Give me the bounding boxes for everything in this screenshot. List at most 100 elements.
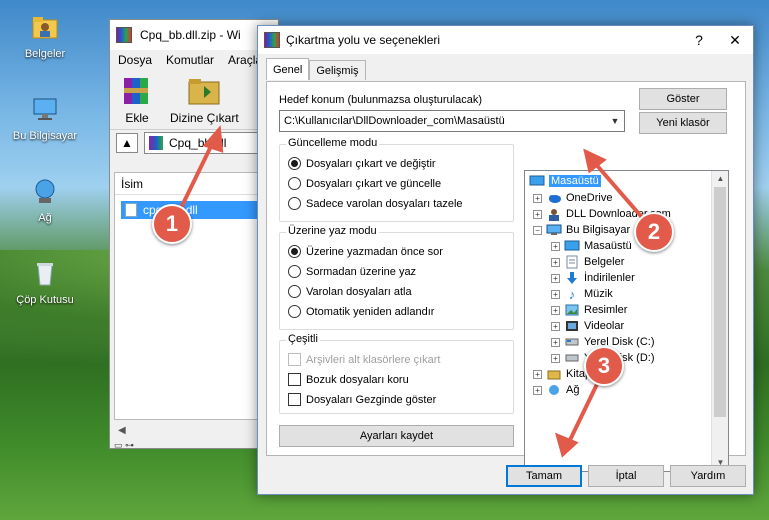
- checkbox[interactable]: [288, 373, 301, 386]
- desktop-icon-cop-kutusu[interactable]: Çöp Kutusu: [3, 256, 87, 306]
- winrar-app-icon: [116, 27, 132, 43]
- radio-button[interactable]: [288, 285, 301, 298]
- overwrite-option-skip[interactable]: Varolan dosyaları atla: [288, 285, 412, 298]
- help-button[interactable]: Yardım: [670, 465, 746, 487]
- update-option-freshen[interactable]: Sadece varolan dosyaları tazele: [288, 197, 463, 210]
- expand-icon[interactable]: +: [551, 337, 560, 347]
- archive-path-box[interactable]: Cpq_bb.dll: [144, 132, 272, 154]
- arrow-up-icon: ▲: [121, 136, 133, 150]
- show-button[interactable]: Göster: [639, 88, 727, 110]
- collapse-icon[interactable]: −: [533, 225, 542, 235]
- expand-icon[interactable]: +: [551, 257, 560, 267]
- file-list[interactable]: İsim cpq_bb.dll: [114, 172, 274, 420]
- expand-icon[interactable]: +: [533, 385, 542, 395]
- save-settings-button[interactable]: Ayarları kaydet: [279, 425, 514, 447]
- tree-item-masaustu-root[interactable]: Masaüstü: [529, 173, 601, 189]
- radio-button[interactable]: [288, 177, 301, 190]
- chevron-down-icon[interactable]: ▼: [606, 116, 624, 126]
- scroll-thumb[interactable]: [714, 187, 726, 417]
- videos-icon: [564, 319, 580, 333]
- expand-icon[interactable]: +: [533, 209, 542, 219]
- new-folder-button[interactable]: Yeni klasör: [639, 112, 727, 134]
- radio-button[interactable]: [288, 245, 301, 258]
- misc-option-show-in-explorer[interactable]: Dosyaları Gezginde göster: [288, 393, 436, 406]
- checkbox[interactable]: [288, 393, 301, 406]
- misc-option-subfolders: Arşivleri alt klasörlere çıkart: [288, 353, 440, 366]
- tree-vertical-scrollbar[interactable]: ▲ ▼: [711, 171, 728, 471]
- expand-icon[interactable]: +: [551, 353, 560, 363]
- winrar-address-bar: ▲ Cpq_bb.dll: [110, 130, 278, 156]
- dialog-title-bar[interactable]: Çıkartma yolu ve seçenekleri ? ✕: [258, 26, 753, 54]
- add-button[interactable]: Ekle: [118, 74, 156, 125]
- download-icon: [564, 271, 580, 285]
- desktop-icon: [529, 174, 545, 188]
- overwrite-option-rename[interactable]: Otomatik yeniden adlandır: [288, 305, 434, 318]
- destination-label: Hedef konum (bulunmazsa oluşturulacak): [279, 94, 482, 106]
- update-mode-title: Güncelleme modu: [286, 137, 380, 149]
- dialog-title: Çıkartma yolu ve seçenekleri: [286, 33, 441, 47]
- scroll-up-icon[interactable]: ▲: [712, 171, 728, 187]
- misc-option-keep-broken[interactable]: Bozuk dosyaları koru: [288, 373, 409, 386]
- cancel-button[interactable]: İptal: [588, 465, 664, 487]
- tree-item-ag[interactable]: + Ağ: [533, 382, 579, 398]
- update-option-extract-update[interactable]: Dosyaları çıkart ve güncelle: [288, 177, 441, 190]
- radio-button[interactable]: [288, 157, 301, 170]
- winrar-app-icon: [264, 32, 280, 48]
- dialog-tabs: Genel Gelişmiş: [266, 58, 366, 80]
- tab-genel[interactable]: Genel: [266, 58, 310, 80]
- checkbox: [288, 353, 301, 366]
- expand-icon[interactable]: +: [533, 369, 542, 379]
- radio-button[interactable]: [288, 305, 301, 318]
- radio-button[interactable]: [288, 265, 301, 278]
- cloud-icon: [546, 191, 562, 205]
- ok-button[interactable]: Tamam: [506, 465, 582, 487]
- desktop-icon-belgeler[interactable]: Belgeler: [3, 10, 87, 60]
- destination-path-combobox[interactable]: C:\Kullanıcılar\DllDownloader_com\Masaüs…: [279, 110, 625, 132]
- menu-komutlar[interactable]: Komutlar: [166, 53, 214, 67]
- tree-item-masaustu[interactable]: + Masaüstü: [551, 238, 632, 254]
- tree-item-videolar[interactable]: + Videolar: [551, 318, 624, 334]
- expand-icon[interactable]: +: [551, 241, 560, 251]
- expand-icon[interactable]: +: [551, 305, 560, 315]
- up-folder-button[interactable]: ▲: [116, 133, 138, 153]
- step-marker-2: 2: [634, 212, 674, 252]
- tab-gelismis[interactable]: Gelişmiş: [309, 60, 366, 80]
- recycle-bin-icon: [27, 256, 63, 290]
- winrar-title-bar[interactable]: Cpq_bb.dll.zip - Wi: [110, 20, 278, 50]
- misc-group: Çeşitli Arşivleri alt klasörlere çıkart …: [279, 333, 514, 414]
- computer-icon: [546, 223, 562, 237]
- expand-icon[interactable]: +: [533, 193, 542, 203]
- desktop-icon-bu-bilgisayar[interactable]: Bu Bilgisayar: [3, 92, 87, 142]
- tree-item-indirilenler[interactable]: + İndirilenler: [551, 270, 635, 286]
- expand-icon[interactable]: +: [551, 289, 560, 299]
- winrar-window: Cpq_bb.dll.zip - Wi Dosya Komutlar Araçl…: [109, 19, 279, 450]
- radio-button[interactable]: [288, 197, 301, 210]
- tree-item-belgeler[interactable]: + Belgeler: [551, 254, 624, 270]
- tree-item-bu-bilgisayar[interactable]: − Bu Bilgisayar: [533, 222, 630, 238]
- desktop-icon-label: Çöp Kutusu: [16, 294, 74, 306]
- help-title-button[interactable]: ?: [681, 32, 717, 48]
- archive-add-icon: [124, 78, 148, 104]
- tree-item-muzik[interactable]: + ♪ Müzik: [551, 286, 613, 302]
- desktop-icon-ag[interactable]: Ağ: [3, 174, 87, 224]
- network-icon: [27, 174, 63, 208]
- folder-tree[interactable]: Masaüstü + OneDrive + DLL Downloader.com…: [524, 170, 729, 472]
- extract-folder-icon: [188, 79, 220, 105]
- expand-icon[interactable]: +: [551, 321, 560, 331]
- update-option-extract-replace[interactable]: Dosyaları çıkart ve değiştir: [288, 157, 436, 170]
- close-button[interactable]: ✕: [717, 32, 753, 49]
- horizontal-scrollbar[interactable]: ◀: [114, 422, 274, 438]
- tree-item-resimler[interactable]: + Resimler: [551, 302, 627, 318]
- folder-user-icon: [27, 10, 63, 44]
- file-row[interactable]: cpq_bb.dll: [121, 201, 273, 219]
- overwrite-option-without-prompt[interactable]: Sormadan üzerine yaz: [288, 265, 416, 278]
- extract-dialog: Çıkartma yolu ve seçenekleri ? ✕ Genel G…: [257, 25, 754, 495]
- tree-item-onedrive[interactable]: + OneDrive: [533, 190, 612, 206]
- menu-dosya[interactable]: Dosya: [118, 53, 152, 67]
- extract-to-button[interactable]: Dizine Çıkart: [170, 74, 239, 125]
- overwrite-option-ask[interactable]: Üzerine yazmadan önce sor: [288, 245, 443, 258]
- drive-icon: [564, 351, 580, 365]
- column-header-name[interactable]: İsim: [115, 173, 273, 195]
- expand-icon[interactable]: +: [551, 273, 560, 283]
- overwrite-mode-group: Üzerine yaz modu Üzerine yazmadan önce s…: [279, 225, 514, 330]
